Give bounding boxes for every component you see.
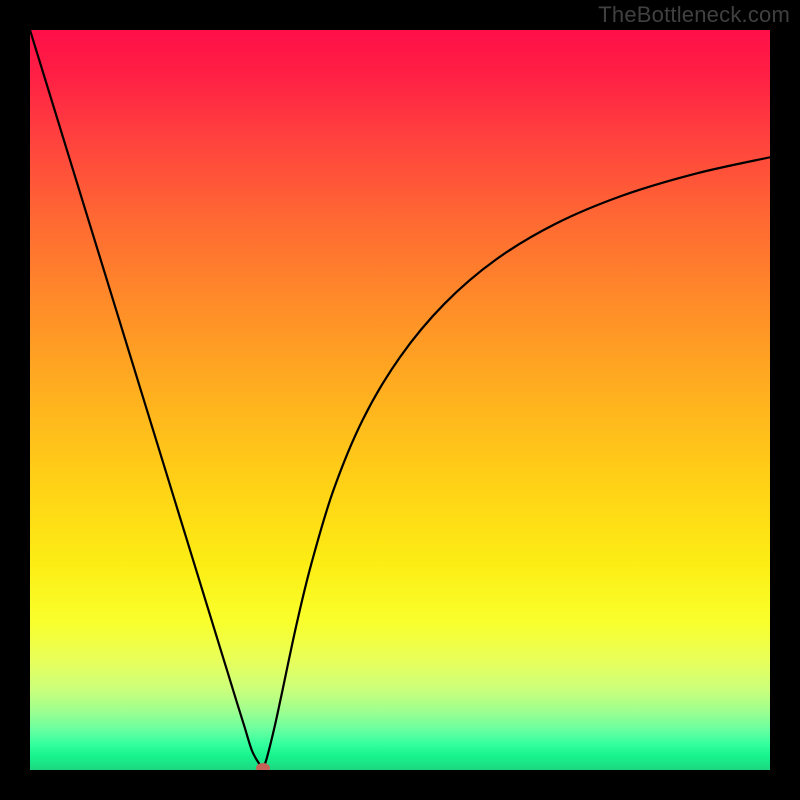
plot-area xyxy=(30,30,770,770)
minimum-marker-icon xyxy=(256,763,270,770)
chart-frame: TheBottleneck.com xyxy=(0,0,800,800)
watermark-text: TheBottleneck.com xyxy=(598,2,790,28)
curve-path xyxy=(30,30,770,769)
bottleneck-curve xyxy=(30,30,770,770)
